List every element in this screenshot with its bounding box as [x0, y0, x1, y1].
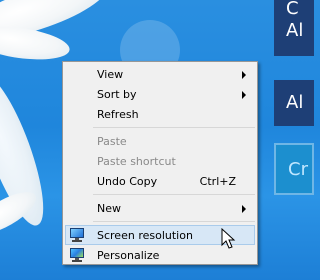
menu-item-undo-copy[interactable]: Undo Copy Ctrl+Z [65, 171, 255, 191]
menu-separator [93, 221, 255, 222]
menu-item-label: Personalize [97, 249, 160, 262]
menu-item-label: New [97, 202, 121, 215]
start-tile[interactable]: Al [274, 80, 314, 126]
menu-item-label: Refresh [97, 108, 139, 121]
menu-item-label: Sort by [97, 88, 137, 101]
tile-text: C [286, 0, 299, 19]
menu-separator [93, 127, 255, 128]
menu-item-sort-by[interactable]: Sort by [65, 84, 255, 104]
menu-item-label: View [97, 68, 124, 81]
monitor-icon [69, 228, 85, 242]
submenu-arrow-icon [242, 205, 246, 213]
mouse-cursor-icon [221, 228, 236, 249]
submenu-arrow-icon [242, 91, 246, 99]
menu-item-label: Paste shortcut [97, 155, 176, 168]
tile-text: Cr [288, 159, 308, 180]
tile-text: Al [286, 20, 304, 41]
submenu-arrow-icon [242, 71, 246, 79]
menu-item-new[interactable]: New [65, 198, 255, 218]
menu-item-paste[interactable]: Paste [65, 131, 255, 151]
menu-item-view[interactable]: View [65, 64, 255, 84]
menu-item-label: Screen resolution [97, 229, 193, 242]
menu-item-refresh[interactable]: Refresh [65, 104, 255, 124]
tile-text: Al [286, 92, 304, 113]
menu-separator [93, 194, 255, 195]
menu-item-label: Undo Copy [97, 175, 158, 188]
start-tile[interactable]: C Al [274, 0, 314, 56]
menu-item-label: Paste [97, 135, 127, 148]
menu-item-shortcut: Ctrl+Z [199, 175, 236, 188]
menu-item-paste-shortcut[interactable]: Paste shortcut [65, 151, 255, 171]
start-tile[interactable]: Cr [274, 143, 314, 195]
personalize-monitor-icon [69, 248, 85, 262]
